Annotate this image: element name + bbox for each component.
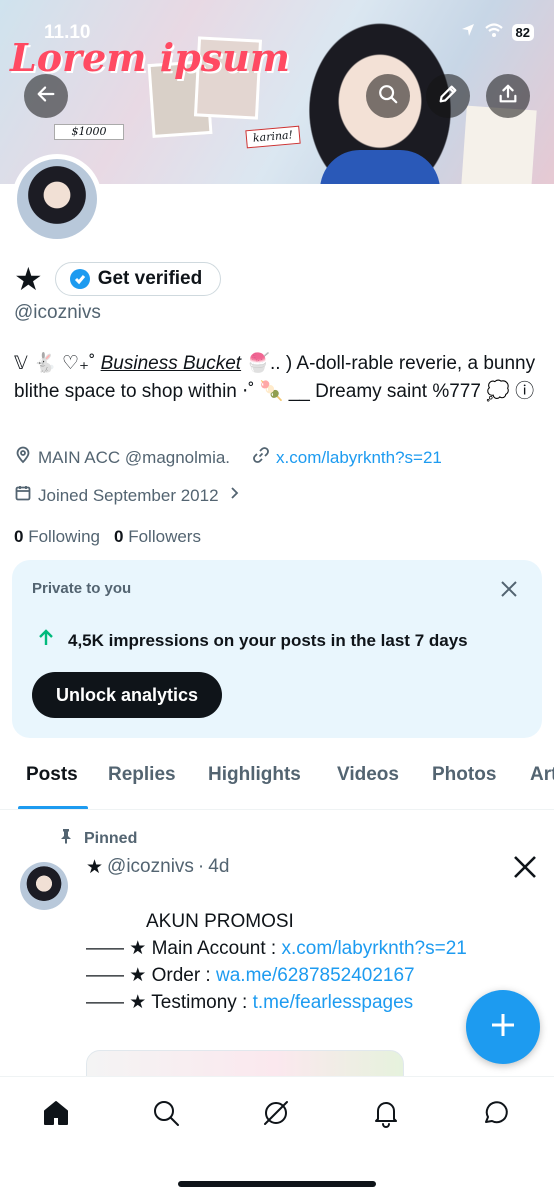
post-handle[interactable]: @icoznivs <box>107 856 194 879</box>
chevron-right-icon <box>225 484 243 507</box>
location-text: MAIN ACC @magnolmia. <box>38 447 231 467</box>
impressions-text: 4,5K impressions on your posts in the la… <box>68 630 468 650</box>
tab-videos[interactable]: Videos <box>337 764 399 786</box>
post-line-order: —— ★ Order : wa.me/6287852402167 <box>86 962 467 989</box>
get-verified-button[interactable]: Get verified <box>54 262 222 296</box>
active-tab-indicator <box>18 806 88 809</box>
home-icon <box>41 1098 71 1133</box>
get-verified-label: Get verified <box>97 268 203 289</box>
home-indicator <box>178 1181 376 1187</box>
post-line-testimony: —— ★ Testimony : t.me/fearlesspages <box>86 989 467 1016</box>
line3-prefix: —— ★ Testimony : <box>86 992 253 1013</box>
close-icon <box>498 581 520 604</box>
post-line-main-account: —— ★ Main Account : x.com/labyrknth?s=21 <box>86 935 467 962</box>
card-close-button[interactable] <box>498 578 520 600</box>
impressions-stat: 4,5K impressions on your posts in the la… <box>36 628 468 653</box>
wifi-icon <box>484 22 504 43</box>
bio-prefix: 𝕍 🐇 ♡₊˚ <box>14 353 101 374</box>
post-title: AKUN PROMOSI <box>146 911 294 932</box>
followers-count: 0 <box>114 527 124 546</box>
verified-badge-icon <box>69 269 90 289</box>
post-header: ★ @icoznivs · 4d <box>86 856 229 879</box>
link-icon <box>252 446 270 469</box>
profile-avatar[interactable] <box>12 154 102 244</box>
following-link[interactable]: 0 Following <box>14 527 100 547</box>
followers-label: Followers <box>128 527 201 546</box>
joined-text: Joined September 2012 <box>38 485 219 505</box>
search-icon <box>377 83 399 110</box>
nav-messages[interactable] <box>478 1097 514 1133</box>
tab-highlights[interactable]: Highlights <box>208 764 301 786</box>
location-arrow-icon <box>460 22 476 43</box>
share-icon <box>497 83 519 110</box>
pin-icon <box>58 828 74 849</box>
bio-link[interactable]: Business Bucket <box>101 353 241 374</box>
location-icon <box>14 446 32 469</box>
profile-joined[interactable]: Joined September 2012 <box>14 484 243 507</box>
bottom-navigation <box>0 1076 554 1199</box>
search-nav-icon <box>151 1098 181 1133</box>
back-arrow-icon <box>35 83 57 110</box>
post-avatar[interactable] <box>20 862 68 910</box>
share-button[interactable] <box>486 74 530 118</box>
back-button[interactable] <box>24 74 68 118</box>
line1-prefix: —— ★ Main Account : <box>86 938 282 959</box>
pinned-label: Pinned <box>58 828 137 849</box>
profile-website[interactable]: x.com/labyrknth?s=21 <box>252 446 442 469</box>
profile-handle: @icoznivs <box>14 302 101 323</box>
follow-stats: 0 Following 0 Followers <box>14 527 201 547</box>
edit-icon <box>437 83 459 110</box>
x-logo-icon <box>512 854 538 880</box>
banner-song-list <box>461 105 537 184</box>
tab-replies[interactable]: Replies <box>108 764 176 786</box>
profile-meta-row: MAIN ACC @magnolmia. x.com/labyrknth?s=2… <box>14 446 442 469</box>
analytics-card: Private to you 4,5K impressions on your … <box>12 560 542 738</box>
tab-posts[interactable]: Posts <box>26 764 78 786</box>
card-private-label: Private to you <box>32 580 132 597</box>
banner-lorem-text: Lorem ipsum <box>10 35 290 80</box>
following-count: 0 <box>14 527 24 546</box>
line2-prefix: —— ★ Order : <box>86 965 216 986</box>
nav-home[interactable] <box>38 1097 74 1133</box>
grok-icon <box>261 1098 291 1133</box>
nav-grok[interactable] <box>258 1097 294 1133</box>
search-button[interactable] <box>366 74 410 118</box>
nav-search[interactable] <box>148 1097 184 1133</box>
edit-button[interactable] <box>426 74 470 118</box>
nav-notifications[interactable] <box>368 1097 404 1133</box>
post-author[interactable]: ★ <box>86 856 103 879</box>
avatar-image <box>17 159 97 239</box>
following-label: Following <box>28 527 101 546</box>
bell-icon <box>371 1098 401 1133</box>
testimony-link[interactable]: t.me/fearlesspages <box>253 992 414 1013</box>
post-dot: · <box>197 856 205 877</box>
profile-tabs: Posts Replies Highlights Videos Photos A… <box>0 756 554 810</box>
banner-price-tag: $1000 <box>54 124 124 140</box>
order-link[interactable]: wa.me/6287852402167 <box>216 965 415 986</box>
arrow-up-icon <box>36 628 56 653</box>
status-time: 11.10 <box>44 22 91 43</box>
plus-icon <box>489 1011 517 1044</box>
main-account-link[interactable]: x.com/labyrknth?s=21 <box>282 938 467 959</box>
profile-bio: 𝕍 🐇 ♡₊˚ Business Bucket 🍧.. ) A-doll-rab… <box>14 350 544 406</box>
compose-post-button[interactable] <box>466 990 540 1064</box>
pinned-text: Pinned <box>84 829 138 847</box>
tab-articles[interactable]: Articles <box>530 764 554 786</box>
display-name: ★ <box>14 261 43 297</box>
name-row: ★ Get verified <box>14 261 222 297</box>
unlock-analytics-button[interactable]: Unlock analytics <box>32 672 223 718</box>
calendar-icon <box>14 484 32 507</box>
post-time: 4d <box>208 856 230 877</box>
followers-link[interactable]: 0 Followers <box>114 527 201 547</box>
chat-icon <box>481 1098 511 1133</box>
website-link[interactable]: x.com/labyrknth?s=21 <box>276 448 442 468</box>
tab-photos[interactable]: Photos <box>432 764 496 786</box>
profile-location: MAIN ACC @magnolmia. <box>14 446 230 469</box>
status-icons: 82 <box>460 22 534 43</box>
post-body: AKUN PROMOSI —— ★ Main Account : x.com/l… <box>86 908 467 1016</box>
battery-indicator: 82 <box>511 24 534 41</box>
